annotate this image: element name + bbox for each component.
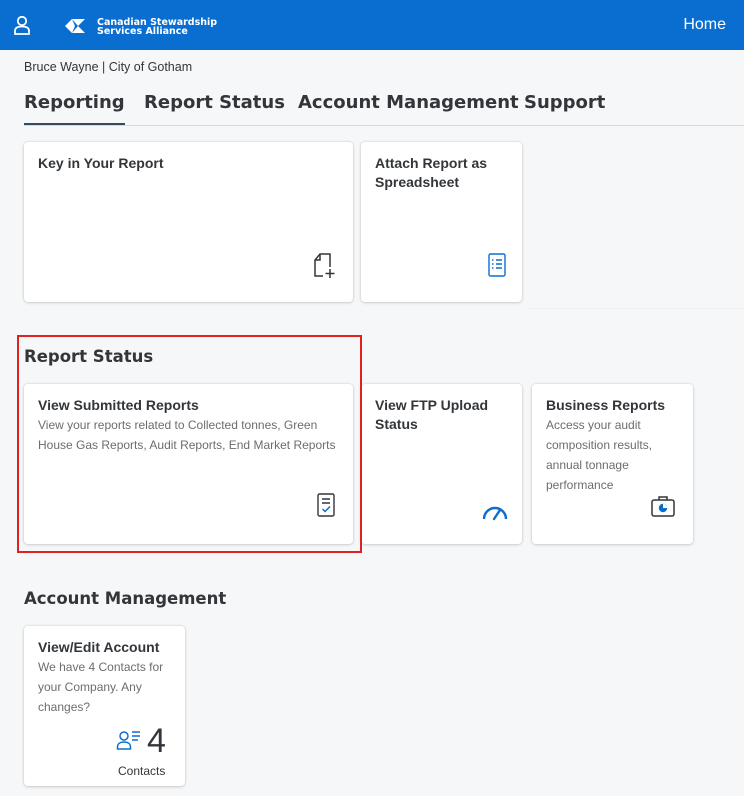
tile-subtitle: Access your audit composition results, a… — [546, 418, 653, 492]
user-context: Bruce Wayne | City of Gotham — [24, 60, 193, 74]
new-document-icon — [313, 252, 339, 285]
tile-view-ftp-upload-status[interactable]: View FTP Upload Status — [361, 384, 522, 544]
approved-document-icon — [316, 492, 336, 523]
user-icon[interactable] — [13, 15, 31, 35]
tile-business-reports[interactable]: Business Reports Access your audit compo… — [532, 384, 693, 544]
tile-view-submitted-reports[interactable]: View Submitted Reports View your reports… — [24, 384, 353, 544]
section-title-account-management: Account Management — [24, 589, 227, 608]
company-name: Canadian Stewardship Services Alliance — [97, 18, 217, 37]
speedometer-icon — [481, 502, 509, 527]
tile-subtitle: View your reports related to Collected t… — [38, 418, 336, 452]
tile-title: View/Edit Account — [38, 639, 160, 655]
tile-title: View FTP Upload Status — [375, 397, 489, 432]
tab-account-management[interactable]: Account Management — [298, 92, 519, 126]
contacts-count: 4 — [147, 722, 166, 760]
tile-title: View Submitted Reports — [38, 397, 199, 413]
home-link[interactable]: Home — [683, 16, 726, 34]
tile-key-in-report[interactable]: Key in Your Report — [24, 142, 353, 302]
tab-support[interactable]: Support — [524, 92, 605, 126]
contacts-icon — [116, 728, 142, 757]
tile-view-edit-account[interactable]: View/Edit Account We have 4 Contacts for… — [24, 626, 185, 786]
shell-bar: Canadian Stewardship Services Alliance H… — [0, 0, 744, 50]
tile-subtitle: We have 4 Contacts for your Company. Any… — [38, 660, 164, 714]
business-report-icon — [650, 494, 676, 523]
section-title-report-status: Report Status — [24, 347, 154, 366]
tile-title: Attach Report as Spreadsheet — [375, 155, 488, 190]
tile-title: Business Reports — [546, 397, 666, 413]
tab-reporting[interactable]: Reporting — [24, 92, 125, 126]
tile-attach-spreadsheet[interactable]: Attach Report as Spreadsheet — [361, 142, 522, 302]
tile-title: Key in Your Report — [38, 155, 164, 171]
tab-report-status[interactable]: Report Status — [144, 92, 285, 126]
list-document-icon — [487, 252, 507, 283]
empty-tile-placeholder — [528, 142, 744, 308]
contacts-unit: Contacts — [118, 764, 166, 778]
tab-divider — [24, 125, 744, 126]
company-logo-icon — [64, 18, 86, 34]
company-name-line2: Services Alliance — [97, 26, 188, 37]
